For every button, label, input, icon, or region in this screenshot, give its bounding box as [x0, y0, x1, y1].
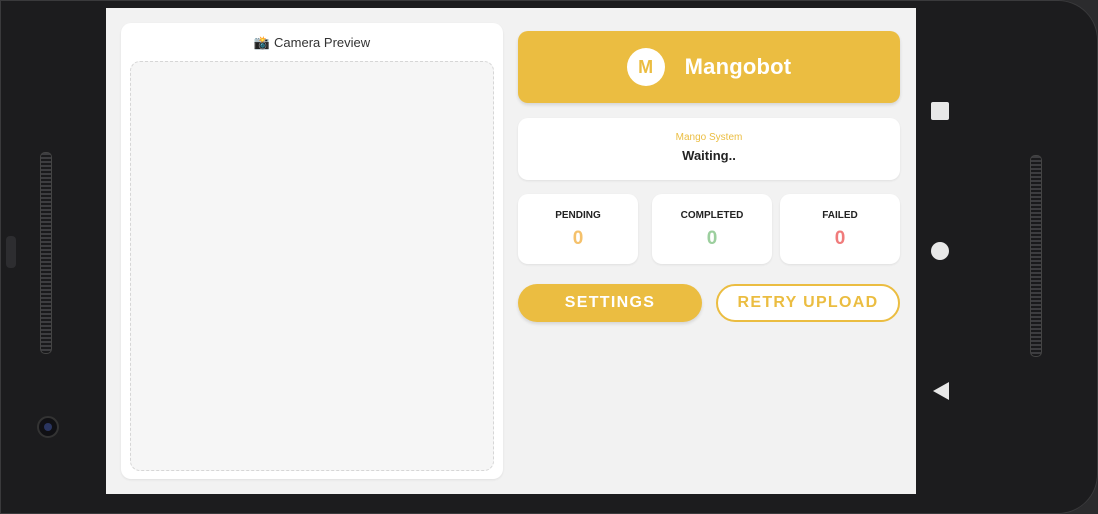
app-screen: 📸 Camera Preview M Mangobot Mango System … [106, 8, 916, 494]
home-nav-button[interactable] [931, 242, 949, 260]
brand-name: Mangobot [684, 54, 792, 79]
brand-header: M Mangobot [518, 31, 900, 103]
settings-button[interactable]: SETTINGS [518, 284, 702, 322]
left-speaker-grille [40, 152, 52, 354]
failed-stat-label: FAILED [822, 210, 858, 221]
camera-icon: 📸 [253, 35, 271, 50]
pending-stat-value: 0 [572, 228, 584, 249]
system-status-card: Mango System Waiting.. [518, 118, 900, 180]
camera-preview-title: 📸 Camera Preview [121, 35, 503, 51]
back-nav-button[interactable] [933, 382, 949, 400]
completed-stat-card: COMPLETED 0 [652, 194, 772, 264]
failed-stat-value: 0 [834, 228, 846, 249]
side-hardware-button [6, 236, 16, 268]
phone-frame: 📸 Camera Preview M Mangobot Mango System … [0, 0, 1098, 514]
recents-nav-button[interactable] [931, 102, 949, 120]
right-speaker-grille [1030, 155, 1042, 357]
failed-stat-card: FAILED 0 [780, 194, 900, 264]
pending-stat-label: PENDING [555, 210, 601, 221]
pending-stat-card: PENDING 0 [518, 194, 638, 264]
brand-logo: M [626, 48, 665, 86]
system-status-value: Waiting.. [682, 148, 736, 163]
front-camera-lens [37, 416, 59, 438]
retry-upload-button[interactable]: RETRY UPLOAD [716, 284, 900, 322]
completed-stat-label: COMPLETED [680, 210, 744, 221]
camera-preview-card: 📸 Camera Preview [121, 23, 503, 479]
camera-preview-area[interactable] [130, 61, 494, 471]
completed-stat-value: 0 [706, 228, 718, 249]
camera-preview-label: Camera Preview [274, 35, 371, 50]
system-status-label: Mango System [675, 132, 743, 143]
